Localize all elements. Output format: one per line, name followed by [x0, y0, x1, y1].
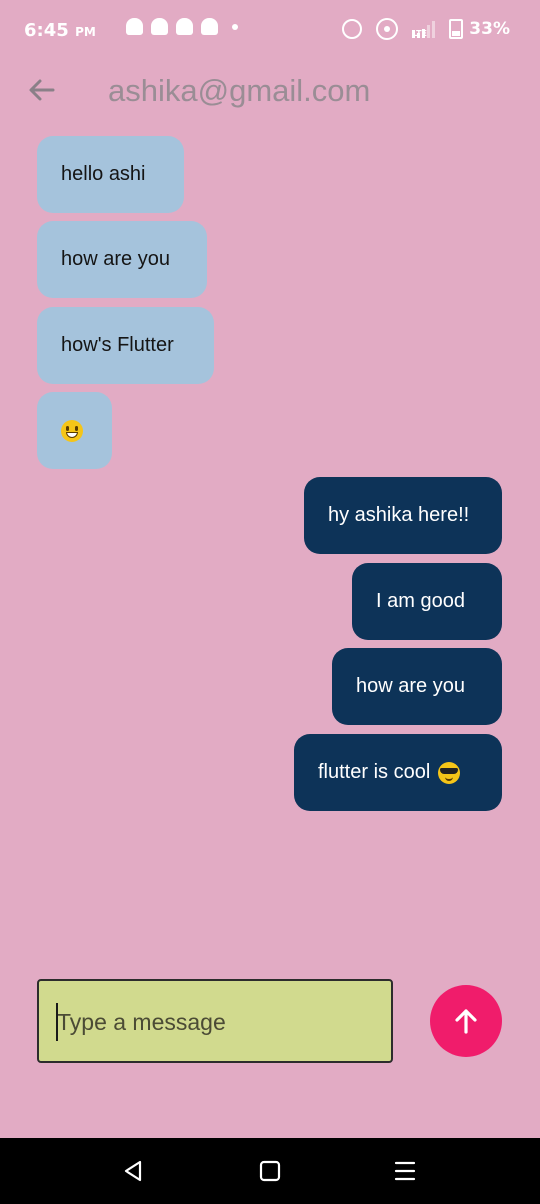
app-bar: ashika@gmail.com [0, 60, 540, 120]
sunglasses-face-icon [438, 761, 461, 784]
message-text: hello ashi [61, 163, 146, 185]
status-time: 6:45 PM [24, 20, 96, 41]
received-message: how are you [37, 221, 207, 298]
sent-message: I am good [352, 563, 502, 640]
nav-home-button[interactable] [255, 1156, 285, 1186]
received-message: how's Flutter [37, 307, 214, 384]
back-button[interactable] [26, 74, 58, 106]
battery-icon [449, 19, 464, 39]
notification-icons [126, 18, 238, 35]
status-time-value: 6:45 [24, 20, 69, 41]
snapchat-icon [201, 18, 218, 35]
message-text: hy ashika here!! [328, 504, 470, 526]
grinning-face-icon [61, 419, 83, 442]
message-text: how are you [61, 248, 170, 270]
system-nav-bar [0, 1138, 540, 1204]
dot-icon [232, 23, 238, 30]
sent-message: how are you [332, 648, 502, 725]
snapchat-icon [151, 18, 168, 35]
received-message [37, 392, 112, 469]
chat-title: ashika@gmail.com [108, 73, 371, 108]
network-type-label: LTE [412, 30, 427, 38]
message-text: how's Flutter [61, 334, 174, 356]
menu-icon [394, 1161, 416, 1181]
snapchat-icon [176, 18, 193, 35]
snapchat-icon [126, 18, 143, 35]
status-ampm: PM [75, 25, 96, 39]
alarm-icon [342, 19, 363, 39]
send-button[interactable] [430, 985, 502, 1057]
sent-message: hy ashika here!! [304, 477, 502, 554]
message-text: flutter is cool [318, 761, 431, 783]
battery-percentage: 33% [469, 19, 510, 39]
arrow-up-icon [455, 1009, 477, 1034]
nav-back-button[interactable] [118, 1156, 148, 1186]
text-cursor [56, 1003, 58, 1041]
message-composer [37, 979, 393, 1063]
received-message: hello ashi [37, 136, 184, 213]
nav-recents-button[interactable] [390, 1156, 420, 1186]
message-text: I am good [376, 590, 465, 612]
message-input[interactable] [55, 981, 379, 1063]
sent-message: flutter is cool [294, 734, 502, 811]
signal-icon: LTE [412, 20, 436, 38]
hotspot-icon [376, 18, 399, 40]
system-icons: LTE 33% [342, 18, 510, 40]
message-text: how are you [356, 675, 465, 697]
home-square-icon [259, 1160, 281, 1182]
status-bar: 6:45 PM LTE 33% [0, 0, 540, 60]
back-triangle-icon [124, 1160, 142, 1182]
arrow-back-icon [29, 79, 55, 101]
